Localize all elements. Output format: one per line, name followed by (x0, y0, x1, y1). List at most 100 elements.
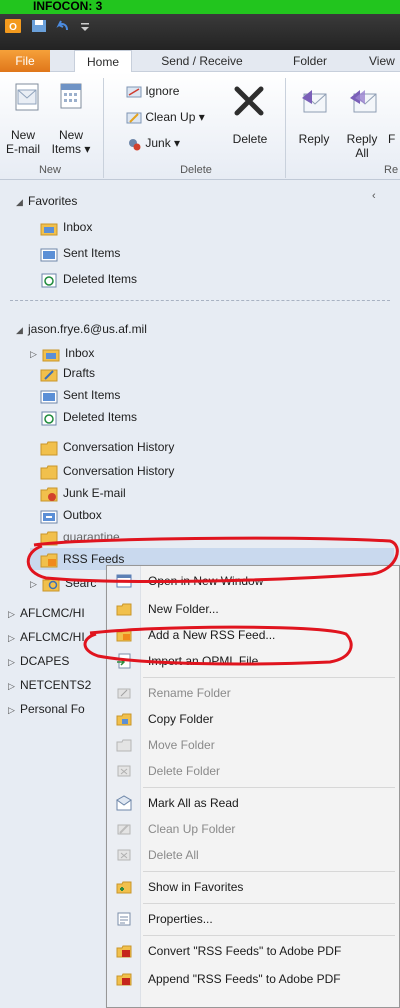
new-folder-icon (116, 603, 132, 616)
favorites-sent-items[interactable]: Sent Items (40, 242, 120, 264)
account-inbox[interactable]: ▷ Inbox (30, 342, 94, 364)
outbox-icon (40, 510, 58, 524)
tab-view[interactable]: View (355, 50, 400, 72)
menu-add-rss-feed[interactable]: Add a New RSS Feed... (107, 622, 399, 648)
menu-rename-folder[interactable]: Rename Folder (107, 680, 399, 706)
expanded-triangle-icon: ◢ (16, 325, 23, 335)
menu-clean-up-folder[interactable]: Clean Up Folder (107, 816, 399, 842)
new-email-button[interactable]: New E-mail (0, 128, 46, 156)
menu-append-to-pdf[interactable]: Append "RSS Feeds" to Adobe PDF (107, 966, 399, 992)
ribbon-separator (285, 78, 286, 178)
undo-icon[interactable] (54, 18, 72, 34)
rss-add-icon (116, 629, 132, 642)
menu-separator (143, 787, 395, 788)
menu-move-folder[interactable]: Move Folder (107, 732, 399, 758)
reply-all-icon[interactable] (346, 86, 378, 118)
outlook-logo-icon[interactable]: O (4, 18, 22, 34)
other-account-2[interactable]: ▷ AFLCMC/HI (8, 626, 85, 648)
properties-icon (117, 912, 131, 926)
menu-open-new-window[interactable]: Open in New Window (107, 568, 399, 594)
tab-send-receive[interactable]: Send / Receive (150, 50, 254, 72)
open-window-icon (116, 574, 132, 588)
account-deleted-items[interactable]: Deleted Items (40, 406, 137, 428)
group-delete-label: Delete (180, 164, 212, 176)
menu-copy-folder[interactable]: Copy Folder (107, 706, 399, 732)
folder-context-menu: Open in New Window New Folder... Add a N… (106, 565, 400, 1008)
quick-access-toolbar: O (0, 14, 400, 50)
favorites-sent-items-label: Sent Items (63, 246, 121, 260)
account-conversation-history-2[interactable]: Conversation History (40, 460, 174, 482)
new-email-icon[interactable] (12, 80, 42, 114)
move-folder-icon (116, 739, 132, 752)
ribbon-tabs: File Home Send / Receive Folder View (0, 50, 400, 73)
menu-delete-all[interactable]: Delete All (107, 842, 399, 868)
collapsed-triangle-icon[interactable]: ▷ (8, 699, 20, 721)
collapsed-triangle-icon[interactable]: ▷ (8, 675, 20, 697)
menu-label: Append "RSS Feeds" to Adobe PDF (148, 972, 341, 986)
other-account-1[interactable]: ▷ AFLCMC/HI (8, 602, 85, 624)
other-account-4[interactable]: ▷ NETCENTS2 (8, 674, 91, 696)
forward-button-partial[interactable]: F (388, 132, 400, 146)
other-account-3[interactable]: ▷ DCAPES (8, 650, 69, 672)
menu-delete-folder[interactable]: Delete Folder (107, 758, 399, 784)
ignore-button[interactable]: Ignore (126, 84, 179, 99)
reply-icon[interactable] (298, 86, 330, 118)
account-search-folders[interactable]: ▷ Searc (30, 572, 96, 594)
account-drafts[interactable]: Drafts (40, 362, 95, 384)
menu-properties[interactable]: Properties... (107, 906, 399, 932)
delete-button[interactable]: Delete (228, 132, 272, 146)
menu-mark-all-read[interactable]: Mark All as Read (107, 790, 399, 816)
junk-button[interactable]: Junk ▾ (126, 136, 180, 151)
account-sent-items[interactable]: Sent Items (40, 384, 120, 406)
customize-qat-icon[interactable] (76, 18, 94, 34)
other-account-5[interactable]: ▷ Personal Fo (8, 698, 85, 720)
collapsed-triangle-icon[interactable]: ▷ (8, 651, 20, 673)
menu-label: Move Folder (148, 738, 215, 752)
account-junk-email[interactable]: Junk E-mail (40, 482, 126, 504)
cleanup-button[interactable]: Clean Up ▾ (126, 110, 205, 125)
reply-button[interactable]: Reply (292, 132, 336, 146)
sent-items-folder-icon (40, 248, 58, 262)
copy-folder-icon (116, 713, 132, 726)
infocon-text: INFOCON: 3 (33, 0, 103, 13)
tab-home[interactable]: Home (74, 50, 132, 73)
menu-import-opml[interactable]: Import an OPML File... (107, 648, 399, 674)
collapsed-triangle-icon[interactable]: ▷ (30, 573, 42, 595)
ribbon-separator (103, 78, 104, 178)
favorites-header[interactable]: ◢ Favorites (16, 190, 77, 212)
account-header[interactable]: ◢ jason.frye.6@us.af.mil (16, 318, 147, 340)
menu-convert-to-pdf[interactable]: Convert "RSS Feeds" to Adobe PDF (107, 938, 399, 964)
favorites-inbox[interactable]: Inbox (40, 216, 92, 238)
account-outbox[interactable]: Outbox (40, 504, 102, 526)
new-email-label-2: E-mail (5, 142, 40, 156)
reply-all-button[interactable]: Reply All (340, 132, 384, 160)
search-folders-label: Searc (65, 576, 97, 590)
favorites-deleted-items[interactable]: Deleted Items (40, 268, 137, 290)
account-sent-items-label: Sent Items (63, 388, 121, 402)
pdf-append-icon (116, 973, 132, 986)
inbox-folder-icon (40, 223, 58, 236)
tab-folder[interactable]: Folder (280, 50, 340, 72)
account-quarantine[interactable]: quarantine (40, 526, 120, 548)
menu-show-in-favorites[interactable]: Show in Favorites (107, 874, 399, 900)
pdf-convert-icon (116, 945, 132, 958)
new-items-button[interactable]: New Items ▾ (46, 128, 96, 156)
save-icon[interactable] (30, 18, 48, 34)
tab-file[interactable]: File (0, 50, 50, 72)
account-conversation-history-1[interactable]: Conversation History (40, 436, 174, 458)
menu-new-folder[interactable]: New Folder... (107, 596, 399, 622)
group-respond-label: Re (384, 164, 399, 176)
menu-label: Convert "RSS Feeds" to Adobe PDF (148, 944, 342, 958)
new-items-icon[interactable] (55, 80, 85, 114)
other-account-4-label: NETCENTS2 (20, 678, 92, 692)
delete-x-icon[interactable] (232, 84, 266, 118)
junk-folder-icon (40, 487, 58, 502)
collapsed-triangle-icon[interactable]: ▷ (8, 603, 20, 625)
account-drafts-label: Drafts (63, 366, 96, 380)
collapse-pane-icon[interactable]: ‹ (372, 190, 376, 202)
rss-folder-icon (40, 553, 58, 568)
collapsed-triangle-icon[interactable]: ▷ (8, 627, 20, 649)
delete-all-icon (117, 849, 131, 861)
account-deleted-items-label: Deleted Items (63, 410, 138, 424)
menu-label: Delete Folder (148, 764, 221, 778)
